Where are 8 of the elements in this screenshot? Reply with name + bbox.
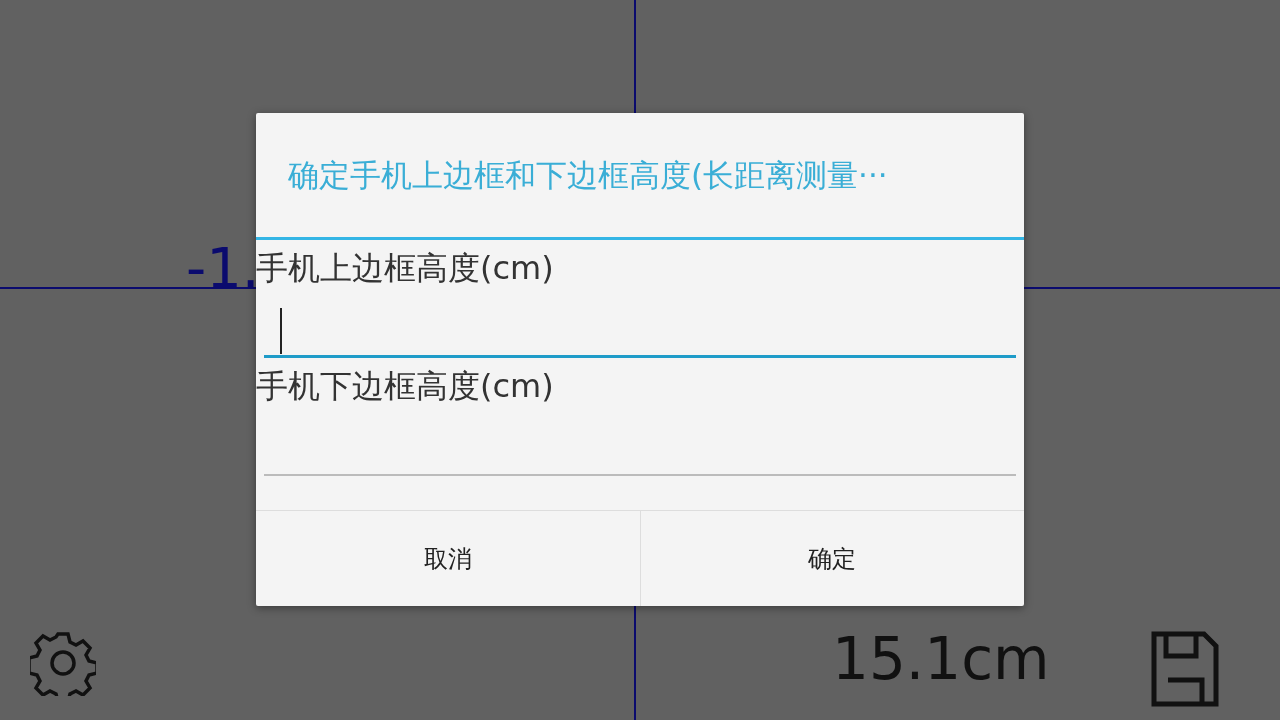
dialog-title: 确定手机上边框和下边框高度(长距离测量··· [256, 113, 1024, 240]
field-label: 手机下边框高度(cm) [256, 366, 555, 402]
dialog-button[interactable]: 取消 [256, 511, 640, 606]
save-icon[interactable] [1150, 630, 1220, 708]
settings-icon[interactable] [30, 630, 96, 696]
dialog-button[interactable]: 确定 [639, 511, 1024, 606]
measurement-reading: 15.1cm [832, 630, 1050, 688]
field-label: 手机上边框高度(cm) [256, 248, 555, 284]
